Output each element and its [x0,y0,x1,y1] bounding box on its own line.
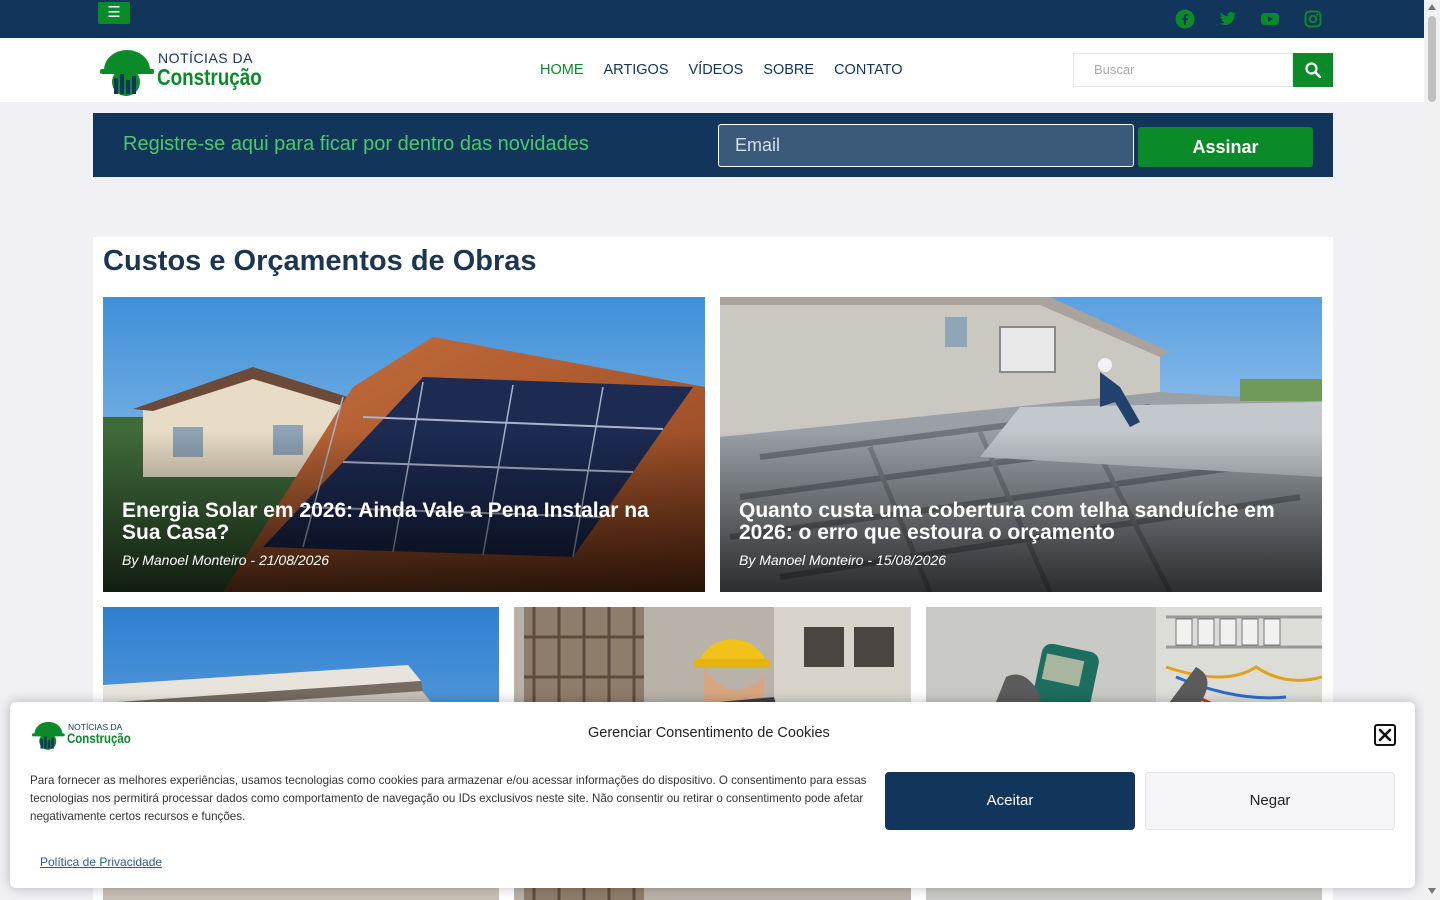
card-title[interactable]: Energia Solar em 2026: Ainda Vale a Pena… [122,500,690,544]
scroll-thumb[interactable] [1428,16,1436,102]
twitter-icon[interactable] [1218,9,1238,29]
youtube-icon[interactable] [1260,9,1280,29]
site-header: NOTÍCIAS DA Construção HOME ARTIGOS VÍDE… [0,38,1424,102]
card-meta: By Manoel Monteiro - 21/08/2026 [122,552,330,568]
logo-helmet-icon [100,50,154,96]
site-logo[interactable]: NOTÍCIAS DA Construção [100,44,262,96]
nav-item-contato[interactable]: CONTATO [834,62,902,78]
featured-card[interactable]: Energia Solar em 2026: Ainda Vale a Pena… [103,297,705,592]
accept-button[interactable]: Aceitar [885,772,1135,830]
scroll-up-icon[interactable] [1428,4,1436,10]
search-button[interactable] [1293,53,1333,87]
nav-item-home[interactable]: HOME [540,62,584,78]
card-meta: By Manoel Monteiro - 15/08/2026 [739,552,947,568]
page-scrollbar[interactable] [1424,0,1440,900]
logo-helmet-icon [32,721,65,750]
logo-text-bottom: Construção [157,64,262,90]
cookie-logo: NOTÍCIAS DA Construção [32,718,132,750]
close-icon[interactable] [1374,724,1396,746]
main-nav: HOME ARTIGOS VÍDEOS SOBRE CONTATO [540,62,903,78]
subscribe-button[interactable]: Assinar [1138,127,1313,167]
privacy-policy-link[interactable]: Política de Privacidade [40,855,162,869]
deny-button[interactable]: Negar [1145,772,1395,830]
newsletter-banner: Registre-se aqui para ficar por dentro d… [93,113,1333,177]
nav-item-artigos[interactable]: ARTIGOS [604,62,669,78]
search-icon [1305,62,1321,78]
facebook-icon[interactable] [1175,9,1195,29]
search-input[interactable]: Buscar [1073,53,1293,87]
email-field[interactable]: Email [718,124,1134,167]
cookie-description: Para fornecer as melhores experiências, … [30,774,867,823]
instagram-icon[interactable] [1303,9,1323,29]
section-title: Custos e Orçamentos de Obras [103,245,537,277]
newsletter-text: Registre-se aqui para ficar por dentro d… [123,133,589,155]
cookie-title: Gerenciar Consentimento de Cookies [588,725,830,741]
top-bar: ☰ [0,0,1424,38]
card-title[interactable]: Quanto custa uma cobertura com telha san… [739,500,1307,544]
menu-icon[interactable]: ☰ [98,2,130,24]
nav-item-sobre[interactable]: SOBRE [763,62,814,78]
cookie-consent-dialog: NOTÍCIAS DA Construção Gerenciar Consent… [10,702,1415,888]
featured-card[interactable]: Quanto custa uma cobertura com telha san… [720,297,1322,592]
cookie-logo-bottom: Construção [67,730,131,746]
nav-item-videos[interactable]: VÍDEOS [689,62,744,78]
scroll-down-icon[interactable] [1428,888,1436,894]
